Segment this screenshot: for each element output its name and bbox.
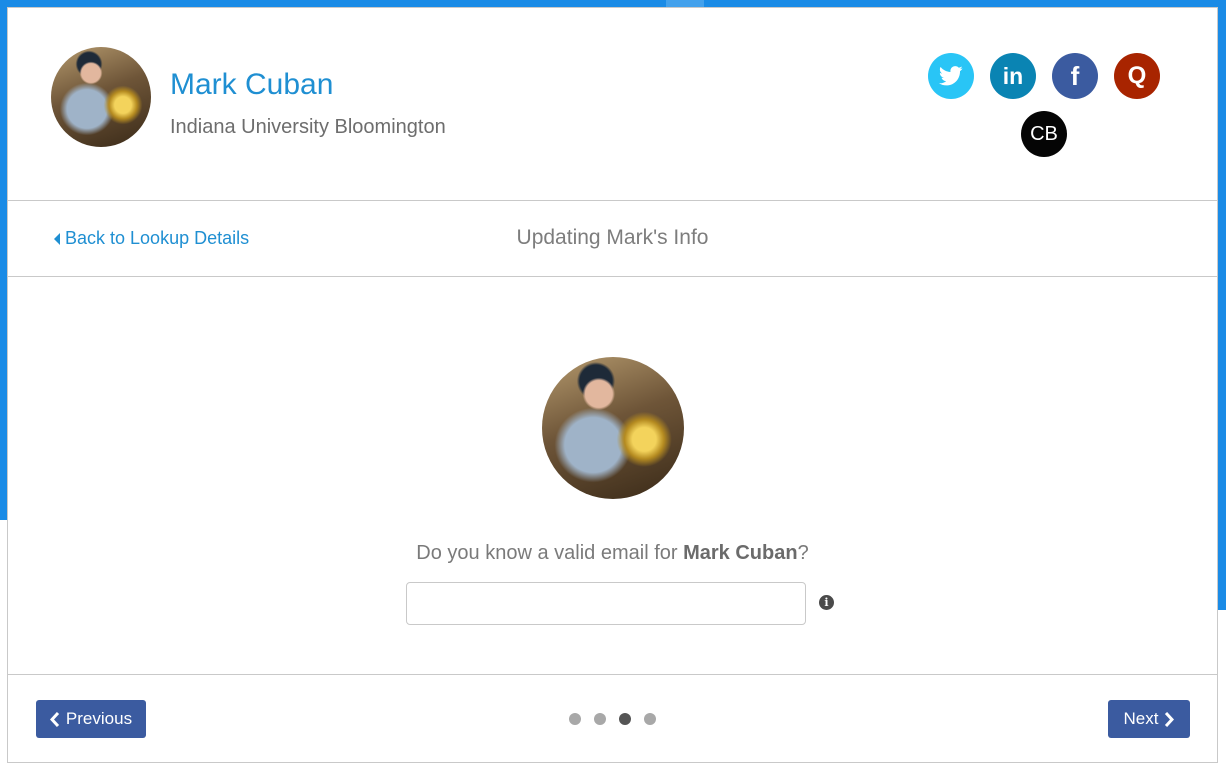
window-frame-right [1218,0,1226,610]
profile-school: Indiana University Bloomington [170,116,446,138]
step-dot-3[interactable] [619,713,631,725]
profile-avatar-large [542,357,684,499]
question-prefix: Do you know a valid email for [416,542,684,564]
crunchbase-button[interactable]: CB [1021,111,1067,157]
window-frame-top [0,0,1226,7]
window-frame-handle [666,0,704,7]
footer-divider [8,674,1217,675]
crunchbase-icon: CB [1030,122,1058,145]
facebook-icon: f [1070,60,1080,91]
step-dot-1[interactable] [569,713,581,725]
next-button-label: Next [1123,709,1159,728]
nav-divider [8,276,1217,277]
facebook-button[interactable]: f [1052,53,1098,99]
step-dot-2[interactable] [594,713,606,725]
profile-update-card: Mark Cuban Indiana University Bloomingto… [7,7,1218,763]
info-icon[interactable]: i [819,595,834,610]
twitter-button[interactable] [928,53,974,99]
quora-button[interactable]: Q [1114,53,1160,99]
email-input[interactable] [406,582,806,625]
page-title: Updating Mark's Info [516,226,709,249]
twitter-icon [939,66,963,86]
linkedin-button[interactable]: in [990,53,1036,99]
chevron-left-icon [49,711,60,727]
chevron-right-icon [1165,711,1175,727]
email-question: Do you know a valid email for Mark Cuban… [8,542,1217,565]
previous-button-label: Previous [65,709,133,728]
next-button[interactable]: Next [1108,700,1190,738]
question-suffix: ? [797,542,809,564]
previous-button[interactable]: Previous [36,700,146,738]
linkedin-icon: in [1002,62,1024,89]
header-divider [8,200,1217,201]
profile-avatar [51,47,151,147]
quora-icon: Q [1127,62,1147,89]
question-name: Mark Cuban [683,542,798,564]
profile-name: Mark Cuban [170,68,334,101]
step-dot-4[interactable] [644,713,656,725]
